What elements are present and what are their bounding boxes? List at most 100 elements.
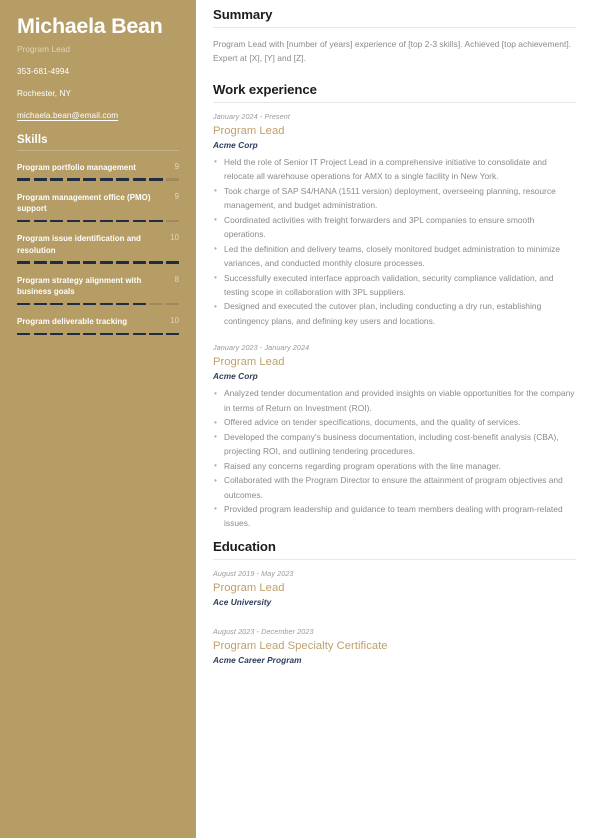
skill-item: Program strategy alignment with business… bbox=[17, 274, 180, 306]
sidebar-role-subtitle: Program Lead bbox=[17, 44, 71, 54]
education-divider bbox=[213, 558, 576, 560]
entry-bullet-list: Analyzed tender documentation and provid… bbox=[213, 386, 576, 531]
entry-dates: January 2023 - January 2024 bbox=[213, 343, 310, 353]
skill-rating-segment bbox=[132, 261, 146, 264]
entry-bullet: Designed and executed the cutover plan, … bbox=[213, 299, 576, 328]
entry-job-title: Program Lead bbox=[213, 124, 285, 137]
skill-name: Program strategy alignment with business… bbox=[17, 275, 142, 297]
skill-rating-segment bbox=[33, 332, 47, 336]
skill-rating-segment bbox=[149, 261, 163, 264]
education-entry: August 2023 - December 2023 Program Lead … bbox=[213, 627, 576, 665]
skill-item: Program deliverable tracking 10 bbox=[17, 316, 180, 336]
entry-bullet: Developed the company's business documen… bbox=[213, 429, 576, 459]
work-experience-divider bbox=[213, 101, 576, 103]
entry-bullet: Provided program leadership and guidance… bbox=[213, 501, 576, 531]
entry-bullet: Offered advice on tender specifications,… bbox=[213, 415, 576, 430]
skill-rating-segment bbox=[83, 332, 97, 336]
skill-score: 8 bbox=[174, 274, 179, 284]
skill-rating-bar bbox=[17, 332, 180, 336]
skill-item: Program issue identification and resolut… bbox=[17, 233, 180, 264]
summary-text: Program Lead with [number of years] expe… bbox=[213, 39, 572, 64]
entry-degree-title: Program Lead Specialty Certificate bbox=[213, 639, 388, 652]
entry-bullet: Raised any concerns regarding program op… bbox=[213, 458, 576, 473]
page-title: Michaela Bean bbox=[17, 14, 163, 38]
skill-rating-segment bbox=[116, 219, 130, 223]
skill-name: Program deliverable tracking bbox=[17, 317, 128, 327]
entry-bullet: Took charge of SAP S4/HANA (1511 version… bbox=[213, 183, 576, 213]
work-experience-entry: January 2024 - Present Program Lead Acme C… bbox=[213, 112, 576, 328]
contact-email-link[interactable]: michaela.bean@email.com bbox=[17, 111, 179, 120]
skills-list: Program portfolio management 9 Program man… bbox=[17, 162, 180, 336]
skill-rating-segment bbox=[116, 332, 130, 336]
skill-rating-segment bbox=[165, 219, 180, 223]
skill-rating-segment bbox=[66, 302, 80, 306]
skill-item: Program management office (PMO) support 9 bbox=[17, 192, 180, 223]
entry-dates: January 2024 - Present bbox=[213, 111, 290, 121]
skill-rating-segment bbox=[33, 261, 47, 264]
skill-rating-bar bbox=[17, 302, 180, 306]
skill-rating-segment bbox=[66, 219, 80, 223]
entry-bullet: Led the definition and delivery teams, c… bbox=[213, 241, 576, 271]
skill-rating-segment bbox=[99, 302, 113, 306]
summary-heading: Summary bbox=[213, 7, 273, 22]
skill-rating-bar bbox=[17, 219, 180, 223]
skill-rating-segment bbox=[99, 178, 113, 181]
summary-section: Summary Program Lead with [number of yea… bbox=[213, 7, 576, 66]
skills-heading: Skills bbox=[17, 133, 48, 146]
entry-dates: August 2019 - May 2023 bbox=[213, 568, 294, 578]
skill-rating-segment bbox=[149, 302, 163, 306]
education-entry: August 2019 - May 2023 Program Lead Ace Un… bbox=[213, 569, 576, 607]
skill-rating-segment bbox=[33, 178, 47, 181]
skill-rating-segment bbox=[17, 302, 31, 306]
skill-rating-segment bbox=[50, 219, 64, 223]
skill-header: Program issue identification and resolut… bbox=[17, 233, 179, 256]
skill-rating-segment bbox=[165, 261, 180, 264]
skill-rating-segment bbox=[132, 178, 146, 181]
skill-name: Program issue identification and resolut… bbox=[17, 234, 141, 255]
sidebar: Michaela Bean Program Lead 353-681-4994 … bbox=[0, 0, 196, 838]
skill-rating-segment bbox=[149, 219, 163, 223]
skill-rating-segment bbox=[83, 302, 97, 306]
skill-rating-segment bbox=[165, 332, 180, 336]
skill-rating-segment bbox=[149, 178, 163, 181]
skill-rating-segment bbox=[50, 261, 64, 264]
skill-rating-segment bbox=[132, 332, 146, 336]
skill-rating-segment bbox=[165, 302, 180, 306]
work-experience-list: January 2024 - Present Program Lead Acme C… bbox=[213, 112, 576, 531]
skill-rating-segment bbox=[132, 302, 146, 306]
entry-bullet: Coordinated activities with freight forw… bbox=[213, 212, 576, 242]
entry-degree-title: Program Lead bbox=[213, 581, 285, 594]
skill-header: Program portfolio management 9 bbox=[17, 162, 179, 173]
skill-rating-segment bbox=[116, 302, 130, 306]
skill-rating-segment bbox=[50, 332, 64, 336]
entry-bullet: Successfully executed interface approach… bbox=[213, 270, 576, 300]
skills-divider bbox=[17, 149, 179, 151]
entry-bullet: Held the role of Senior IT Project Lead … bbox=[213, 154, 576, 184]
education-heading: Education bbox=[213, 538, 276, 554]
resume-document: Michaela Bean Program Lead 353-681-4994 … bbox=[0, 0, 594, 838]
work-experience-section: Work experience January 2024 - Present Pr… bbox=[213, 82, 576, 531]
entry-company: Acme Corp bbox=[213, 139, 258, 150]
skill-rating-segment bbox=[83, 219, 97, 223]
skill-score: 10 bbox=[170, 316, 179, 326]
skill-header: Program deliverable tracking 10 bbox=[17, 316, 179, 327]
skill-rating-segment bbox=[99, 219, 113, 223]
contact-phone: 353-681-4994 bbox=[17, 66, 70, 76]
skill-rating-segment bbox=[165, 178, 180, 181]
skill-rating-segment bbox=[33, 219, 47, 223]
entry-institution: Acme Career Program bbox=[213, 654, 302, 665]
skill-rating-segment bbox=[83, 178, 97, 181]
main-content: Summary Program Lead with [number of yea… bbox=[196, 0, 594, 838]
entry-bullet: Collaborated with the Program Director t… bbox=[213, 473, 576, 502]
skill-rating-segment bbox=[149, 332, 163, 336]
education-list: August 2019 - May 2023 Program Lead Ace Un… bbox=[213, 569, 576, 665]
work-experience-entry: January 2023 - January 2024 Program Lead A… bbox=[213, 343, 576, 531]
skill-header: Program management office (PMO) support 9 bbox=[17, 192, 179, 215]
entry-job-title: Program Lead bbox=[213, 356, 285, 369]
skill-rating-segment bbox=[66, 261, 80, 264]
skill-rating-segment bbox=[50, 302, 64, 306]
skill-rating-segment bbox=[66, 178, 80, 181]
skill-name: Program portfolio management bbox=[17, 162, 136, 172]
skill-name: Program management office (PMO) support bbox=[17, 192, 151, 214]
